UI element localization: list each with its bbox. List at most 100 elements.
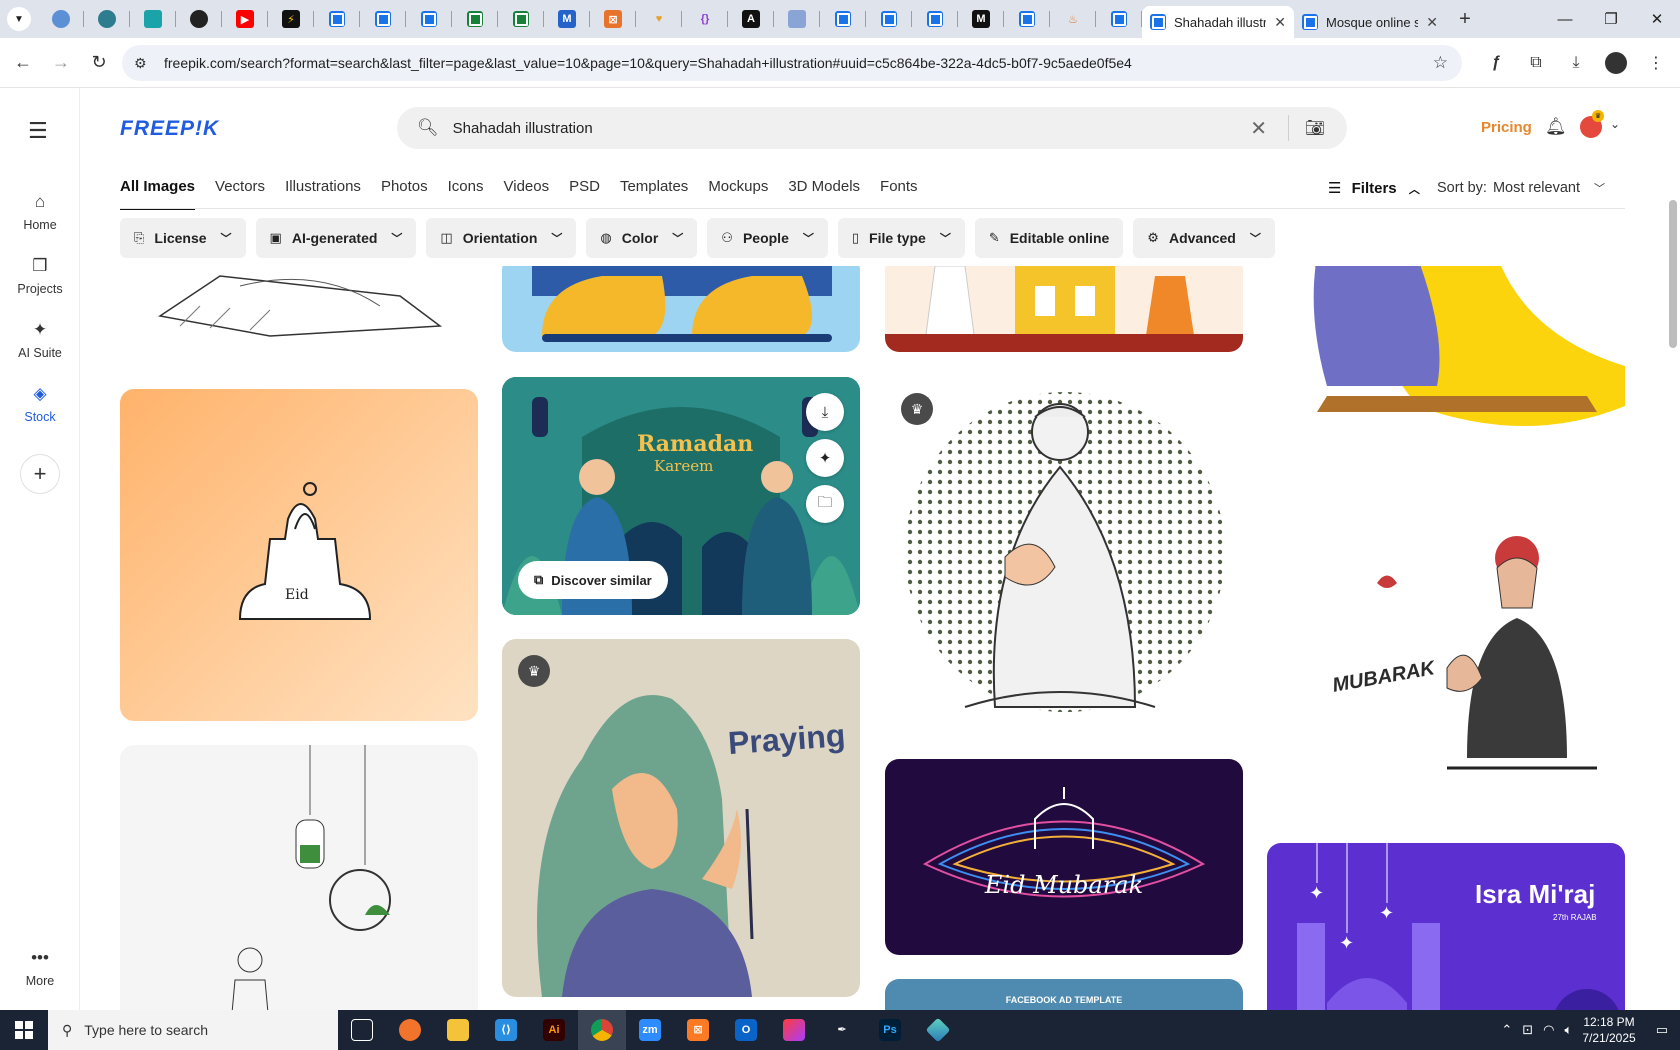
download-button[interactable]: ⤓ [806, 393, 844, 431]
bell-icon[interactable]: 🔔︎ [1545, 117, 1567, 137]
pinned-tab[interactable]: {} [682, 0, 728, 38]
image-card[interactable] [885, 266, 1243, 352]
notifications-icon[interactable]: ▭ [1656, 1022, 1668, 1038]
pinned-tab[interactable] [820, 0, 866, 38]
taskbar-firefox[interactable] [386, 1010, 434, 1050]
pinned-tab[interactable]: A [728, 0, 774, 38]
tab-all-images[interactable]: All Images [120, 178, 196, 210]
pinned-tab[interactable]: ▶ [222, 0, 268, 38]
tab-psd[interactable]: PSD [569, 178, 600, 210]
url-text[interactable]: freepik.com/search?format=search&last_fi… [164, 55, 1132, 71]
filters-toggle[interactable]: ☰ Filters ︿ [1328, 179, 1420, 197]
pinned-tab[interactable] [406, 0, 452, 38]
image-card[interactable]: ♛ [885, 377, 1243, 727]
image-card[interactable]: FACEBOOK AD TEMPLATE [885, 979, 1243, 1010]
pinned-tab[interactable]: ♥ [636, 0, 682, 38]
taskbar-pen-tool[interactable]: ✒ [818, 1010, 866, 1050]
taskbar-creative-cloud[interactable] [770, 1010, 818, 1050]
taskbar-file-explorer[interactable] [434, 1010, 482, 1050]
close-window-icon[interactable]: ✕ [1634, 0, 1680, 38]
pinned-tab[interactable]: M [958, 0, 1004, 38]
chip-people[interactable]: ⚇ People ﹀ [707, 218, 828, 258]
pinned-tab[interactable]: ⚡ [268, 0, 314, 38]
profile-avatar[interactable] [1598, 45, 1634, 81]
tab-photos[interactable]: Photos [381, 178, 428, 210]
restore-icon[interactable]: ❐ [1588, 0, 1634, 38]
new-tab-button[interactable]: + [1450, 8, 1480, 31]
save-to-collection-button[interactable]: 🗀 [806, 485, 844, 523]
network-alert-icon[interactable]: ⊡ [1522, 1022, 1533, 1038]
tab-mosque[interactable]: Mosque online s ✕ [1294, 6, 1446, 38]
menu-kebab-icon[interactable]: ⋮ [1638, 45, 1674, 81]
tab-icons[interactable]: Icons [448, 178, 484, 210]
extension-f-icon[interactable]: ƒ [1478, 45, 1514, 81]
tab-vectors[interactable]: Vectors [215, 178, 265, 210]
pinned-tab[interactable] [498, 0, 544, 38]
pinned-tab[interactable]: ♨ [1050, 0, 1096, 38]
rail-item-projects[interactable]: ❒ Projects [0, 256, 80, 296]
pinned-tab[interactable] [1004, 0, 1050, 38]
tab-mockups[interactable]: Mockups [708, 178, 768, 210]
tab-illustrations[interactable]: Illustrations [285, 178, 361, 210]
close-icon[interactable]: ✕ [1426, 14, 1438, 31]
download-icon[interactable]: ⤓ [1558, 45, 1594, 81]
image-card[interactable] [502, 266, 860, 352]
back-button[interactable]: ← [4, 44, 42, 82]
chip-orientation[interactable]: ◫ Orientation ﹀ [426, 218, 577, 258]
taskbar-search[interactable]: ⚲ Type here to search [48, 1010, 338, 1050]
taskbar-xampp[interactable]: ⊠ [674, 1010, 722, 1050]
tab-search-button[interactable]: ▼ [0, 0, 38, 38]
tab-templates[interactable]: Templates [620, 178, 688, 210]
pinned-tab[interactable]: M [544, 0, 590, 38]
start-button[interactable] [0, 1010, 48, 1050]
taskbar-outlook[interactable]: O [722, 1010, 770, 1050]
pinned-tab[interactable] [452, 0, 498, 38]
omnibox[interactable]: ⚙ freepik.com/search?format=search&last_… [122, 45, 1462, 81]
add-button[interactable]: + [20, 454, 60, 494]
image-card[interactable] [120, 745, 478, 1010]
tab-fonts[interactable]: Fonts [880, 178, 918, 210]
tab-videos[interactable]: Videos [504, 178, 550, 210]
search-input[interactable] [452, 119, 1233, 137]
chip-file-type[interactable]: ▯ File type ﹀ [837, 218, 965, 258]
task-view-button[interactable] [338, 1010, 386, 1050]
pinned-tab[interactable]: ⊠ [590, 0, 636, 38]
ai-edit-button[interactable]: ✦ [806, 439, 844, 477]
pinned-tab[interactable] [314, 0, 360, 38]
sort-dropdown[interactable]: Sort by: Most relevant ﹀ [1437, 180, 1605, 196]
star-icon[interactable]: ☆ [1433, 53, 1448, 73]
image-card[interactable] [1267, 266, 1625, 428]
chip-editable-online[interactable]: ✎ Editable online [974, 218, 1124, 258]
taskbar-illustrator[interactable]: Ai [530, 1010, 578, 1050]
hamburger-icon[interactable]: ☰ [28, 118, 48, 144]
image-card[interactable]: Praying ♛ [502, 639, 860, 997]
image-card[interactable]: MUBARAK [1267, 528, 1625, 790]
tab-shahadah[interactable]: Shahadah illustra ✕ [1142, 6, 1294, 38]
taskbar-photoshop[interactable]: Ps [866, 1010, 914, 1050]
pinned-tab[interactable] [912, 0, 958, 38]
rail-item-ai-suite[interactable]: ✦ AI Suite [0, 320, 80, 360]
image-card[interactable] [120, 266, 478, 342]
reload-button[interactable]: ↻ [80, 44, 118, 82]
wifi-icon[interactable]: ◠ [1543, 1022, 1554, 1038]
rail-item-stock[interactable]: ◈ Stock [0, 384, 80, 424]
pinned-tab[interactable] [866, 0, 912, 38]
taskbar-chrome[interactable] [578, 1010, 626, 1050]
freepik-logo[interactable]: FREEP!K [120, 117, 219, 141]
tab-3d-models[interactable]: 3D Models [788, 178, 860, 210]
taskbar-app[interactable] [914, 1010, 962, 1050]
close-icon[interactable]: ✕ [1274, 14, 1286, 31]
chevron-up-icon[interactable]: ⌃ [1501, 1022, 1512, 1038]
image-card[interactable]: Eid Mubarak [885, 759, 1243, 955]
image-card[interactable]: ✦ ✦ ✦ Isra Mi'raj 27th RAJAB [1267, 843, 1625, 1010]
chip-license[interactable]: ⎘ License ﹀ [120, 218, 246, 258]
pinned-tab[interactable] [38, 0, 84, 38]
pinned-tab[interactable] [84, 0, 130, 38]
rail-item-more[interactable]: ••• More [0, 948, 80, 988]
pinned-tab[interactable] [130, 0, 176, 38]
chevron-down-icon[interactable]: ⌄ [1610, 117, 1620, 131]
taskbar-vscode[interactable]: ⟨⟩ [482, 1010, 530, 1050]
rail-item-home[interactable]: ⌂ Home [0, 192, 80, 232]
pinned-tab[interactable] [1096, 0, 1142, 38]
volume-icon[interactable]: 🔈︎ [1565, 1022, 1573, 1038]
